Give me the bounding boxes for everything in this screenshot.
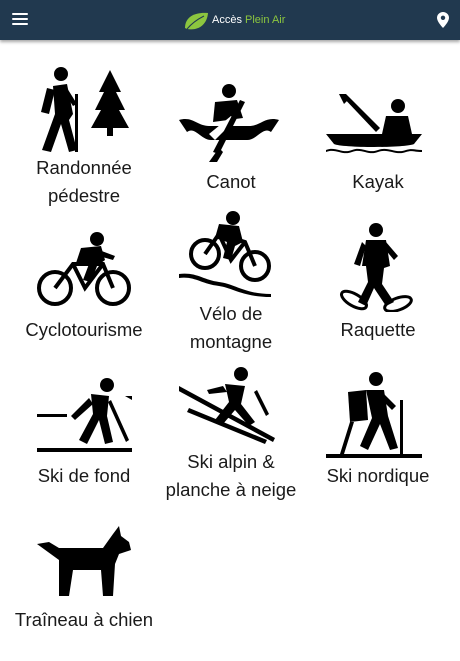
hiking-icon	[41, 67, 129, 152]
top-app-bar: Accès Plein Air	[0, 0, 460, 40]
location-button[interactable]	[437, 12, 449, 28]
nordic-ski-icon	[326, 372, 422, 458]
activity-label: Canot	[206, 171, 256, 192]
brand-name-part2: Plein Air	[245, 14, 286, 26]
activity-mountain-bike[interactable]: Vélo de montagne	[158, 208, 304, 358]
cross-country-ski-icon	[37, 378, 132, 452]
activity-label: Raquette	[340, 319, 416, 340]
activity-snowshoe[interactable]: Raquette	[304, 222, 452, 342]
activity-label: Cyclotourisme	[25, 319, 143, 340]
activity-cycling[interactable]: Cyclotourisme	[10, 222, 158, 342]
activity-label: Kayak	[352, 171, 404, 192]
activity-label: Ski alpin & planche à neige	[165, 451, 297, 500]
hamburger-menu-icon	[12, 13, 28, 15]
menu-button[interactable]	[12, 13, 28, 27]
brand-name-part1: Accès	[212, 14, 242, 26]
snowshoe-icon	[340, 223, 413, 312]
activity-label: Traîneau à chien	[14, 609, 154, 630]
activity-dog-sled[interactable]: Traîneau à chien	[10, 514, 158, 634]
activity-label: Vélo de montagne	[189, 303, 273, 352]
activity-nordic-ski[interactable]: Ski nordique	[304, 368, 452, 488]
alpine-ski-icon	[179, 367, 275, 444]
canoe-icon	[179, 84, 279, 162]
leaf-logo-icon	[185, 12, 208, 30]
kayak-icon	[326, 94, 422, 154]
activity-kayak[interactable]: Kayak	[304, 62, 452, 212]
activity-hiking[interactable]: Randonnée pédestre	[10, 62, 158, 212]
activity-cross-country-ski[interactable]: Ski de fond	[10, 368, 158, 488]
activity-label: Ski nordique	[326, 465, 430, 486]
activity-canoe[interactable]: Canot	[158, 62, 304, 212]
cycling-icon	[37, 232, 131, 306]
activity-label: Randonnée pédestre	[36, 157, 132, 206]
activity-label: Ski de fond	[37, 465, 131, 486]
dog-sled-icon	[37, 526, 131, 596]
map-pin-icon	[437, 12, 449, 28]
activity-alpine-ski[interactable]: Ski alpin & planche à neige	[158, 358, 304, 508]
mountain-bike-icon	[179, 211, 271, 297]
app-title: Accès Plein Air	[212, 14, 285, 26]
